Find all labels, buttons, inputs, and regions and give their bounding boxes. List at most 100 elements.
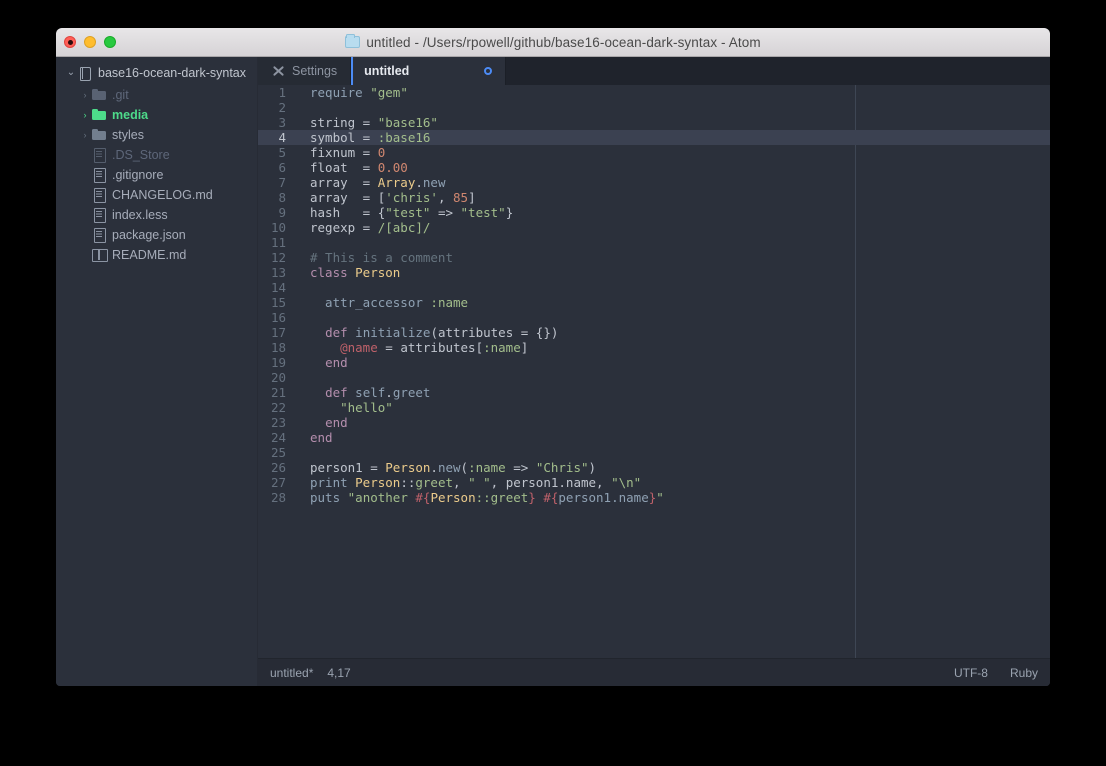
code-text[interactable]: "hello" bbox=[294, 400, 393, 415]
tree-item--git[interactable]: ›.git bbox=[56, 85, 257, 105]
code-line[interactable]: 11 bbox=[258, 235, 1050, 250]
tree-item--gitignore[interactable]: .gitignore bbox=[56, 165, 257, 185]
chevron-right-icon[interactable]: › bbox=[78, 131, 92, 140]
code-text[interactable]: end bbox=[294, 415, 348, 430]
status-encoding[interactable]: UTF-8 bbox=[954, 666, 988, 680]
token: (attributes = {}) bbox=[430, 325, 558, 340]
code-line[interactable]: 17 def initialize(attributes = {}) bbox=[258, 325, 1050, 340]
token: class bbox=[310, 265, 355, 280]
status-file-name[interactable]: untitled* bbox=[270, 666, 313, 680]
code-line[interactable]: 4symbol = :base16 bbox=[258, 130, 1050, 145]
code-text[interactable]: hash = {"test" => "test"} bbox=[294, 205, 513, 220]
modified-indicator-icon[interactable] bbox=[484, 67, 492, 75]
code-text[interactable]: fixnum = 0 bbox=[294, 145, 385, 160]
chevron-right-icon[interactable]: › bbox=[78, 111, 92, 120]
token: "hello" bbox=[340, 400, 393, 415]
code-text[interactable] bbox=[294, 445, 310, 460]
token: "test" bbox=[385, 205, 430, 220]
code-text[interactable] bbox=[294, 235, 310, 250]
line-number: 19 bbox=[258, 355, 294, 370]
code-line[interactable]: 3string = "base16" bbox=[258, 115, 1050, 130]
code-text[interactable]: end bbox=[294, 430, 333, 445]
code-line[interactable]: 8array = ['chris', 85] bbox=[258, 190, 1050, 205]
status-cursor-position[interactable]: 4,17 bbox=[327, 666, 350, 680]
maximize-button[interactable] bbox=[104, 36, 116, 48]
token: , bbox=[438, 190, 453, 205]
token: 85 bbox=[453, 190, 468, 205]
minimize-button[interactable] bbox=[84, 36, 96, 48]
code-text[interactable]: regexp = /[abc]/ bbox=[294, 220, 430, 235]
code-line[interactable]: 28puts "another #{Person::greet} #{perso… bbox=[258, 490, 1050, 505]
code-text[interactable]: float = 0.00 bbox=[294, 160, 408, 175]
tab-bar[interactable]: Settings untitled bbox=[258, 57, 1050, 85]
code-text[interactable]: array = ['chris', 85] bbox=[294, 190, 476, 205]
code-text[interactable]: symbol = :base16 bbox=[294, 130, 430, 145]
code-editor[interactable]: 1require "gem"23string = "base16"4symbol… bbox=[258, 85, 1050, 658]
code-line[interactable]: 25 bbox=[258, 445, 1050, 460]
tab-settings[interactable]: Settings bbox=[258, 57, 351, 85]
code-text[interactable]: string = "base16" bbox=[294, 115, 438, 130]
tree-item-project[interactable]: ⌄ base16-ocean-dark-syntax bbox=[56, 61, 257, 85]
status-grammar[interactable]: Ruby bbox=[1010, 666, 1038, 680]
line-number: 27 bbox=[258, 475, 294, 490]
tree-view[interactable]: ⌄ base16-ocean-dark-syntax ›.git›media›s… bbox=[56, 57, 258, 686]
code-text[interactable]: attr_accessor :name bbox=[294, 295, 468, 310]
tab-untitled[interactable]: untitled bbox=[351, 57, 506, 85]
token bbox=[310, 340, 340, 355]
code-line[interactable]: 15 attr_accessor :name bbox=[258, 295, 1050, 310]
code-text[interactable]: def initialize(attributes = {}) bbox=[294, 325, 558, 340]
code-text[interactable]: class Person bbox=[294, 265, 400, 280]
tree-item-media[interactable]: ›media bbox=[56, 105, 257, 125]
code-line[interactable]: 5fixnum = 0 bbox=[258, 145, 1050, 160]
code-line[interactable]: 12# This is a comment bbox=[258, 250, 1050, 265]
code-line[interactable]: 9hash = {"test" => "test"} bbox=[258, 205, 1050, 220]
tree-item-index-less[interactable]: index.less bbox=[56, 205, 257, 225]
code-line[interactable]: 6float = 0.00 bbox=[258, 160, 1050, 175]
tree-item-styles[interactable]: ›styles bbox=[56, 125, 257, 145]
code-line[interactable]: 21 def self.greet bbox=[258, 385, 1050, 400]
line-number: 21 bbox=[258, 385, 294, 400]
token: initialize bbox=[355, 325, 430, 340]
code-line[interactable]: 1require "gem" bbox=[258, 85, 1050, 100]
token: @name bbox=[340, 340, 378, 355]
code-line[interactable]: 2 bbox=[258, 100, 1050, 115]
code-text[interactable]: person1 = Person.new(:name => "Chris") bbox=[294, 460, 596, 475]
code-line[interactable]: 16 bbox=[258, 310, 1050, 325]
code-line[interactable]: 18 @name = attributes[:name] bbox=[258, 340, 1050, 355]
code-text[interactable] bbox=[294, 280, 310, 295]
tree-item-readme-md[interactable]: README.md bbox=[56, 245, 257, 265]
code-line[interactable]: 14 bbox=[258, 280, 1050, 295]
code-text[interactable] bbox=[294, 100, 310, 115]
code-text[interactable]: @name = attributes[:name] bbox=[294, 340, 528, 355]
code-text[interactable]: def self.greet bbox=[294, 385, 430, 400]
code-line[interactable]: 27print Person::greet, " ", person1.name… bbox=[258, 475, 1050, 490]
window-controls[interactable] bbox=[64, 36, 116, 48]
chevron-down-icon[interactable]: ⌄ bbox=[64, 68, 78, 78]
code-line[interactable]: 23 end bbox=[258, 415, 1050, 430]
code-line[interactable]: 24end bbox=[258, 430, 1050, 445]
code-line[interactable]: 20 bbox=[258, 370, 1050, 385]
code-text[interactable]: array = Array.new bbox=[294, 175, 445, 190]
tree-item--ds-store[interactable]: .DS_Store bbox=[56, 145, 257, 165]
code-text[interactable]: require "gem" bbox=[294, 85, 408, 100]
tree-item-package-json[interactable]: package.json bbox=[56, 225, 257, 245]
code-text[interactable]: # This is a comment bbox=[294, 250, 453, 265]
close-button[interactable] bbox=[64, 36, 76, 48]
code-text[interactable]: print Person::greet, " ", person1.name, … bbox=[294, 475, 641, 490]
chevron-right-icon[interactable]: › bbox=[78, 91, 92, 100]
code-text[interactable]: end bbox=[294, 355, 348, 370]
code-text[interactable] bbox=[294, 310, 310, 325]
tree-item-changelog-md[interactable]: CHANGELOG.md bbox=[56, 185, 257, 205]
code-line[interactable]: 10regexp = /[abc]/ bbox=[258, 220, 1050, 235]
code-line[interactable]: 19 end bbox=[258, 355, 1050, 370]
token: "Chris" bbox=[536, 460, 589, 475]
code-line[interactable]: 22 "hello" bbox=[258, 400, 1050, 415]
line-number: 5 bbox=[258, 145, 294, 160]
code-text[interactable] bbox=[294, 370, 310, 385]
code-line[interactable]: 13class Person bbox=[258, 265, 1050, 280]
token: 0.00 bbox=[378, 160, 408, 175]
window-body: ⌄ base16-ocean-dark-syntax ›.git›media›s… bbox=[56, 57, 1050, 686]
code-line[interactable]: 26person1 = Person.new(:name => "Chris") bbox=[258, 460, 1050, 475]
code-line[interactable]: 7array = Array.new bbox=[258, 175, 1050, 190]
code-text[interactable]: puts "another #{Person::greet} #{person1… bbox=[294, 490, 664, 505]
